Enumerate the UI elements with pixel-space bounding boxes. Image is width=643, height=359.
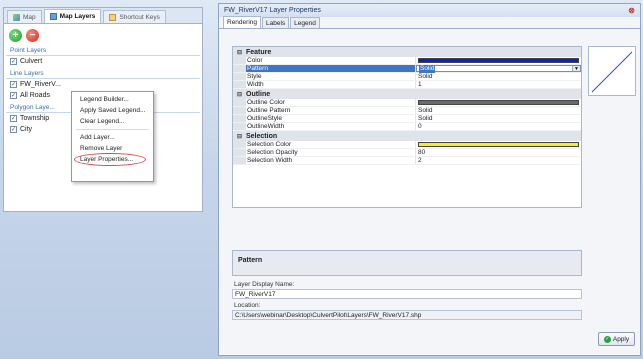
layer-label: Township xyxy=(20,115,50,122)
checkbox[interactable]: ✓ xyxy=(10,126,17,133)
layer-buttons: + − xyxy=(4,24,202,44)
location-field[interactable]: C:\Users\webinar\Desktop\CulvertPilot\La… xyxy=(232,310,582,320)
close-icon[interactable]: ⊗ xyxy=(628,6,635,15)
section-title: Outline xyxy=(246,90,271,98)
color-swatch[interactable] xyxy=(418,142,579,147)
preview-line-icon xyxy=(591,51,633,93)
property-name: Width xyxy=(246,81,416,88)
checkbox[interactable]: ✓ xyxy=(10,115,17,122)
collapse-icon[interactable]: ⊟ xyxy=(233,91,246,98)
property-name: Pattern xyxy=(246,65,416,72)
property-value[interactable]: 80 xyxy=(416,149,581,156)
property-name: Selection Width xyxy=(246,157,416,164)
plus-icon: + xyxy=(12,30,19,41)
tab-legend[interactable]: Legend xyxy=(290,17,320,28)
color-swatch[interactable] xyxy=(418,58,579,63)
property-name: Color xyxy=(246,57,416,64)
remove-layer-button[interactable]: − xyxy=(26,29,39,42)
minus-icon: − xyxy=(29,30,36,41)
property-row-style[interactable]: Style Solid xyxy=(233,73,581,81)
map-icon xyxy=(13,13,20,21)
property-row-selection-width[interactable]: Selection Width 2 xyxy=(233,157,581,165)
tab-shortcut-keys-label: Shortcut Keys xyxy=(119,13,160,21)
display-name-label: Layer Display Name: xyxy=(234,281,295,288)
layer-label: Culvert xyxy=(20,58,43,65)
section-title: Selection xyxy=(246,132,278,140)
properties-tab-strip: Rendering Labels Legend xyxy=(219,16,640,29)
property-value[interactable]: 2 xyxy=(416,157,581,164)
window-titlebar: FW_RiverV17 Layer Properties ⊗ xyxy=(219,4,640,17)
menu-item-layer-properties[interactable]: Layer Properties... xyxy=(72,153,153,166)
apply-button[interactable]: ✓ Apply xyxy=(598,332,635,346)
tab-map-label: Map xyxy=(23,13,36,21)
window-title: FW_RiverV17 Layer Properties xyxy=(224,7,321,14)
property-name: Selection Color xyxy=(246,141,416,148)
property-name: Style xyxy=(246,73,416,80)
property-row-outline-width[interactable]: OutlineWidth 0 xyxy=(233,123,581,131)
group-header-line: Line Layers xyxy=(6,69,200,79)
tab-map[interactable]: Map xyxy=(7,10,42,23)
property-value[interactable]: Solid xyxy=(416,107,581,114)
tab-labels[interactable]: Labels xyxy=(262,17,290,28)
display-name-field[interactable]: FW_RiverV17 xyxy=(232,289,582,299)
section-outline[interactable]: ⊟ Outline xyxy=(233,89,581,99)
section-title: Feature xyxy=(246,48,272,56)
add-layer-button[interactable]: + xyxy=(9,29,22,42)
property-row-pattern[interactable]: Pattern Solid ▼ xyxy=(233,64,581,73)
pattern-dropdown[interactable]: Solid ▼ xyxy=(416,64,581,73)
property-name: OutlineStyle xyxy=(246,115,416,122)
keys-icon xyxy=(109,13,117,21)
menu-separator xyxy=(76,129,149,130)
color-swatch[interactable] xyxy=(418,100,579,105)
section-feature[interactable]: ⊟ Feature xyxy=(233,47,581,57)
layer-label: All Roads xyxy=(20,92,50,99)
menu-item-clear-legend[interactable]: Clear Legend... xyxy=(72,116,153,127)
property-row-outline-pattern[interactable]: Outline Pattern Solid xyxy=(233,107,581,115)
property-name: Outline Pattern xyxy=(246,107,416,114)
layer-context-menu: Legend Builder... Apply Saved Legend... … xyxy=(71,91,154,182)
location-label: Location: xyxy=(234,302,261,309)
tab-map-layers-label: Map Layers xyxy=(59,13,96,20)
property-grid: ⊟ Feature Color Pattern Solid ▼ Style So… xyxy=(232,46,582,208)
checkbox[interactable]: ✓ xyxy=(10,92,17,99)
property-value[interactable]: 1 xyxy=(416,81,581,88)
tab-shortcut-keys[interactable]: Shortcut Keys xyxy=(103,10,166,23)
layer-properties-window: FW_RiverV17 Layer Properties ⊗ Rendering… xyxy=(218,3,641,356)
property-name: Selection Opacity xyxy=(246,149,416,156)
collapse-icon[interactable]: ⊟ xyxy=(233,49,246,56)
layer-row-fw-river[interactable]: ✓ FW_RiverV... xyxy=(4,79,202,90)
property-value[interactable]: Solid xyxy=(416,73,581,80)
menu-item-add-layer[interactable]: Add Layer... xyxy=(72,132,153,143)
tab-map-layers[interactable]: Map Layers xyxy=(43,9,102,23)
pattern-preview xyxy=(588,46,636,96)
chevron-down-icon[interactable]: ▼ xyxy=(572,66,580,72)
property-value[interactable]: 0 xyxy=(416,123,581,130)
menu-item-apply-saved-legend[interactable]: Apply Saved Legend... xyxy=(72,105,153,116)
check-icon: ✓ xyxy=(603,335,611,343)
property-row-width[interactable]: Width 1 xyxy=(233,81,581,89)
collapse-icon[interactable]: ⊟ xyxy=(233,133,246,140)
apply-label: Apply xyxy=(612,335,630,343)
property-row-color[interactable]: Color xyxy=(233,57,581,65)
property-row-outline-style[interactable]: OutlineStyle Solid xyxy=(233,115,581,123)
dropdown-value: Solid xyxy=(419,64,436,73)
checkbox[interactable]: ✓ xyxy=(10,58,17,65)
menu-item-legend-builder[interactable]: Legend Builder... xyxy=(72,94,153,105)
checkbox[interactable]: ✓ xyxy=(10,81,17,88)
layer-row-culvert[interactable]: ✓ Culvert xyxy=(4,56,202,67)
layers-icon xyxy=(49,13,57,20)
layer-label: City xyxy=(20,126,33,133)
property-row-selection-opacity[interactable]: Selection Opacity 80 xyxy=(233,149,581,157)
tab-rendering[interactable]: Rendering xyxy=(223,16,261,28)
group-header-point: Point Layers xyxy=(6,46,200,56)
left-tab-strip: Map Map Layers Shortcut Keys xyxy=(4,8,202,24)
property-value[interactable]: Solid xyxy=(416,115,581,122)
property-name: Outline Color xyxy=(246,99,416,106)
section-selection[interactable]: ⊟ Selection xyxy=(233,131,581,141)
property-row-selection-color[interactable]: Selection Color xyxy=(233,141,581,149)
property-description: Pattern xyxy=(232,250,582,276)
property-name: OutlineWidth xyxy=(246,123,416,130)
layer-label: FW_RiverV... xyxy=(20,81,61,88)
property-row-outline-color[interactable]: Outline Color xyxy=(233,99,581,107)
